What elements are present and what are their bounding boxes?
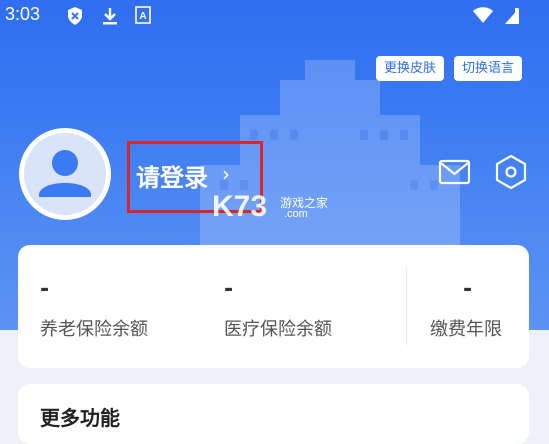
wifi-icon bbox=[473, 7, 493, 23]
shield-x-icon bbox=[68, 7, 82, 25]
pension-balance-label[interactable]: 养老保险余额 bbox=[40, 315, 148, 341]
stats-card: - 养老保险余额 - 医疗保险余额 - 缴费年限 bbox=[18, 245, 529, 368]
change-language-button[interactable]: 切换语言 bbox=[454, 56, 523, 81]
svg-text:A: A bbox=[139, 11, 146, 22]
avatar-user-icon bbox=[39, 150, 91, 197]
payment-years-label[interactable]: 缴费年限 bbox=[430, 315, 502, 341]
avatar[interactable] bbox=[19, 128, 111, 220]
mail-icon[interactable] bbox=[438, 158, 471, 186]
pension-balance-value: - bbox=[40, 277, 50, 302]
battery-icon bbox=[505, 8, 519, 24]
watermark-brand: K73 bbox=[212, 190, 268, 223]
divider bbox=[406, 267, 407, 345]
watermark: K73 游戏之家 .com bbox=[212, 190, 328, 224]
status-bar: 3:03 A bbox=[0, 0, 549, 32]
medical-balance-label[interactable]: 医疗保险余额 bbox=[224, 315, 332, 341]
change-skin-button[interactable]: 更换皮肤 bbox=[376, 56, 445, 81]
payment-years-value: - bbox=[463, 277, 473, 302]
medical-balance-value: - bbox=[224, 277, 234, 302]
download-icon bbox=[103, 8, 117, 25]
more-functions-title: 更多功能 bbox=[40, 406, 120, 430]
status-time: 3:03 bbox=[5, 4, 41, 24]
avatar-circle bbox=[24, 133, 106, 215]
watermark-domain: .com bbox=[284, 208, 308, 220]
settings-icon[interactable] bbox=[494, 154, 528, 190]
a-box-icon: A bbox=[135, 6, 151, 24]
